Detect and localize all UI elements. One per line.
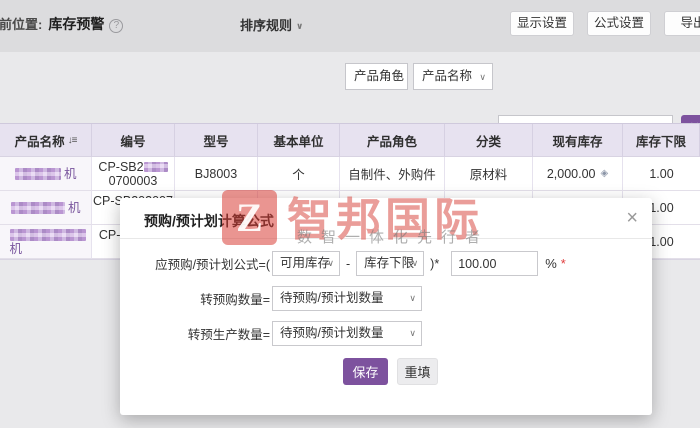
chevron-down-icon: ∨	[409, 287, 416, 310]
to-prepurchase-select[interactable]: 待预购/预计划数量 ∨	[272, 286, 422, 311]
to-preproduction-select[interactable]: 待预购/预计划数量 ∨	[272, 321, 422, 346]
unit-cell: 个	[258, 157, 340, 191]
product-name-link[interactable]: 机	[0, 225, 92, 259]
lower-limit-cell: 1.00	[623, 157, 700, 191]
redacted-text	[11, 202, 65, 214]
close-icon[interactable]: ×	[626, 206, 638, 230]
col-header-unit[interactable]: 基本单位	[258, 124, 340, 157]
operand1-select[interactable]: 可用库存∨	[272, 251, 340, 276]
to-prepurchase-value: 待预购/预计划数量	[280, 291, 383, 305]
sort-rule-label: 排序规则	[240, 18, 292, 33]
redacted-text	[144, 162, 168, 172]
to-preproduction-row: 转预生产数量= 待预购/预计划数量 ∨	[138, 321, 652, 346]
col-header-role[interactable]: 产品角色	[340, 124, 445, 157]
stock-detail-icon[interactable]: ◈	[600, 168, 608, 179]
product-name-link[interactable]: 机	[0, 191, 92, 225]
to-preproduction-label: 转预生产数量=	[138, 324, 270, 343]
chevron-down-icon: ∨	[479, 65, 486, 90]
product-name-select[interactable]: 产品名称 ∨	[413, 63, 493, 90]
close-paren-multiply: )*	[430, 257, 439, 271]
chevron-down-icon: ∨	[327, 252, 334, 275]
stock-cell: 2,000.00◈	[533, 157, 623, 191]
formula-row: 应预购/预计划公式=( 可用库存∨ - 库存下限∨ )* % *	[138, 251, 652, 276]
col-header-code[interactable]: 编号	[92, 124, 175, 157]
modal-title: 预购/预计划计算公式	[144, 211, 274, 231]
formula-settings-button[interactable]: 公式设置	[587, 11, 651, 36]
to-prepurchase-label: 转预购数量=	[138, 289, 270, 308]
inventory-warning-page: 当前位置:库存预警? 排序规则∨ 显示设置 公式设置 导出 产品角色∨ 产品名称…	[0, 0, 700, 428]
sort-desc-icon[interactable]: ↓≡	[68, 135, 77, 146]
required-mark: *	[561, 256, 566, 271]
export-button[interactable]: 导出	[664, 11, 700, 36]
to-preproduction-value: 待预购/预计划数量	[280, 326, 383, 340]
modal-header: 预购/预计划计算公式 ×	[120, 198, 652, 239]
col-header-lower-limit[interactable]: 库存下限	[623, 124, 700, 157]
reset-button[interactable]: 重填	[397, 358, 438, 385]
to-prepurchase-row: 转预购数量= 待预购/预计划数量 ∨	[138, 286, 652, 311]
product-name-link[interactable]: 机	[0, 157, 92, 191]
chevron-down-icon: ∨	[296, 21, 303, 31]
percent-sign: %	[545, 256, 557, 271]
product-role-select[interactable]: 产品角色∨	[345, 63, 408, 90]
operand2-select[interactable]: 库存下限∨	[356, 251, 424, 276]
col-header-category[interactable]: 分类	[445, 124, 533, 157]
breadcrumb-location-label: 当前位置:	[0, 17, 42, 32]
col-header-stock[interactable]: 现有库存	[533, 124, 623, 157]
redacted-text	[15, 168, 61, 180]
chevron-down-icon: ∨	[409, 322, 416, 345]
percent-input[interactable]	[451, 251, 538, 276]
table-row: 机 CP-SB20700003 BJ8003 个 自制件、外购件 原材料 2,0…	[0, 157, 700, 191]
role-cell: 自制件、外购件	[340, 157, 445, 191]
display-settings-button[interactable]: 显示设置	[510, 11, 574, 36]
formula-settings-modal: 预购/预计划计算公式 × 应预购/预计划公式=( 可用库存∨ - 库存下限∨ )…	[120, 198, 652, 415]
chevron-down-icon: ∨	[394, 65, 401, 90]
filter-bar: 产品角色∨ 产品名称∨ 检索	[0, 52, 700, 123]
operand1-value: 可用库存	[280, 256, 330, 270]
model-cell: BJ8003	[175, 157, 258, 191]
page-title: 库存预警	[48, 16, 104, 32]
formula-label: 应预购/预计划公式=(	[138, 254, 270, 273]
save-button[interactable]: 保存	[343, 358, 388, 385]
table-header-row: 产品名称↓≡ 编号 型号 基本单位 产品角色 分类 现有库存 库存下限	[0, 124, 700, 157]
category-cell: 原材料	[445, 157, 533, 191]
chevron-down-icon: ∨	[412, 252, 419, 275]
redacted-text	[10, 229, 86, 241]
breadcrumb: 当前位置: 库存预警?	[0, 14, 123, 34]
minus-sign: -	[346, 257, 350, 271]
product-name-select-value: 产品名称	[422, 69, 472, 83]
col-header-model[interactable]: 型号	[175, 124, 258, 157]
operand2-value: 库存下限	[364, 256, 414, 270]
modal-buttons: 保存 重填	[343, 358, 438, 385]
col-header-product-name[interactable]: 产品名称↓≡	[0, 124, 92, 157]
sort-rule-dropdown[interactable]: 排序规则 ∨	[240, 15, 303, 34]
product-code-cell: CP-SB20700003	[92, 157, 175, 191]
top-bar: 当前位置: 库存预警? 排序规则 ∨ 显示设置 公式设置 导出	[0, 0, 700, 52]
help-icon[interactable]: ?	[109, 19, 123, 33]
